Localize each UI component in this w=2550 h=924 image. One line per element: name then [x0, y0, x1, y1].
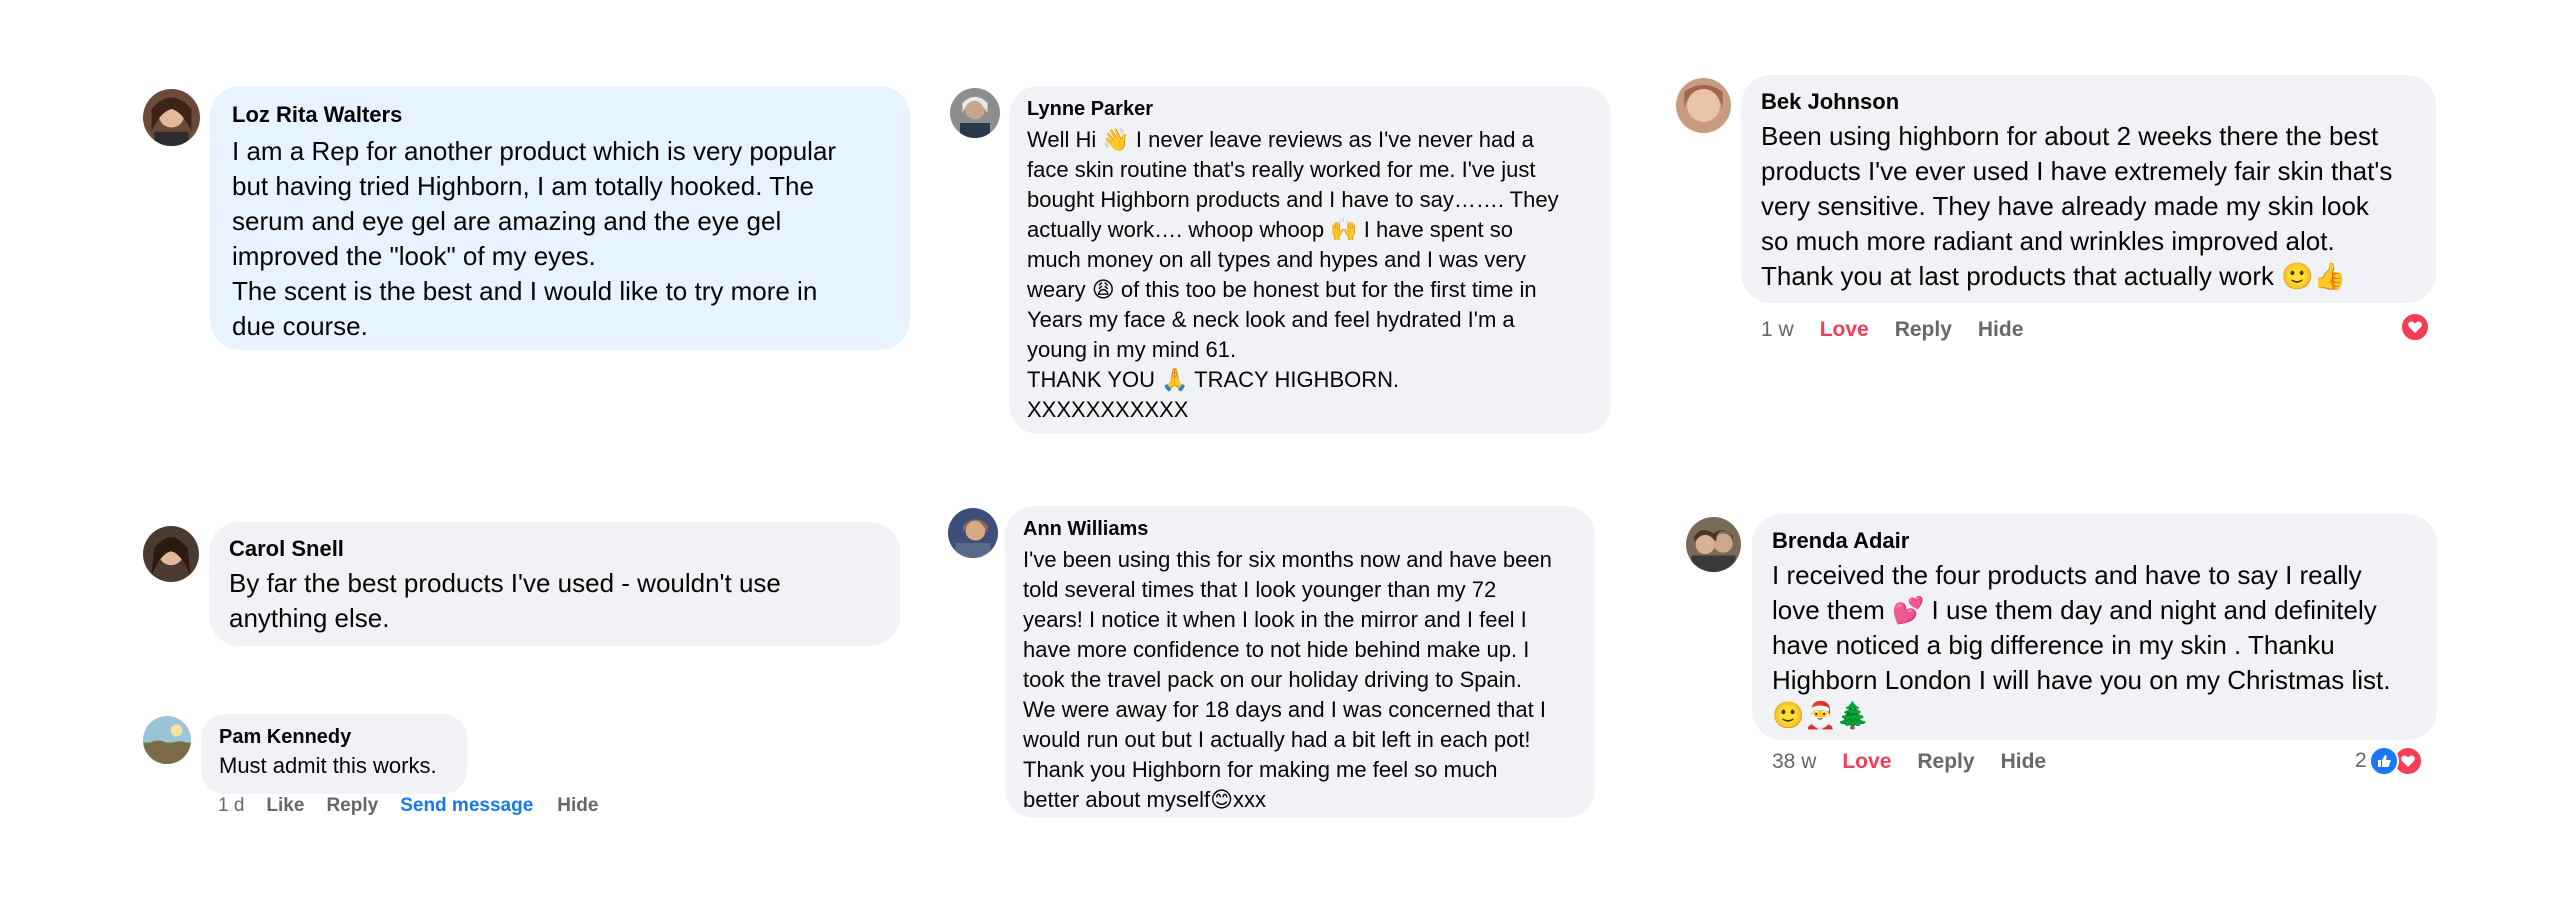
commenter-name[interactable]: Loz Rita Walters [232, 102, 888, 128]
avatar[interactable] [143, 89, 200, 146]
comment-text: Well Hi 👋 I never leave reviews as I've … [1027, 127, 1559, 422]
avatar[interactable] [143, 716, 191, 764]
commenter-name[interactable]: Lynne Parker [1027, 98, 1593, 121]
avatar[interactable] [1676, 78, 1731, 133]
avatar[interactable] [948, 508, 998, 558]
comment-bubble: Pam Kennedy Must admit this works. [201, 714, 467, 794]
comment-text: By far the best products I've used - wou… [229, 568, 781, 633]
comment-bubble: Loz Rita Walters I am a Rep for another … [210, 86, 910, 350]
reaction-summary[interactable] [2400, 312, 2430, 342]
comment-bubble: Bek Johnson Been using highborn for abou… [1741, 75, 2436, 303]
love-icon [2400, 312, 2430, 342]
comment-text: Must admit this works. [219, 753, 437, 778]
commenter-name[interactable]: Pam Kennedy [219, 726, 449, 749]
reply-button[interactable]: Reply [326, 795, 378, 817]
avatar[interactable] [950, 88, 1000, 138]
hide-button[interactable]: Hide [2001, 750, 2047, 774]
avatar[interactable] [1686, 517, 1741, 572]
like-icon [2368, 746, 2399, 776]
comment-bubble: Ann Williams I've been using this for si… [1005, 506, 1595, 818]
reply-button[interactable]: Reply [1917, 750, 1974, 774]
reaction-summary[interactable]: 2 [2355, 746, 2423, 776]
reply-button[interactable]: Reply [1895, 318, 1952, 342]
send-message-button[interactable]: Send message [400, 795, 533, 817]
commenter-name[interactable]: Bek Johnson [1761, 89, 2416, 115]
commenter-name[interactable]: Brenda Adair [1772, 528, 2417, 554]
comment-bubble: Brenda Adair I received the four product… [1752, 514, 2437, 740]
hide-button[interactable]: Hide [557, 795, 598, 817]
comment-text: Been using highborn for about 2 weeks th… [1761, 121, 2393, 291]
love-reaction-button[interactable]: Love [1820, 318, 1869, 342]
reaction-count: 2 [2355, 749, 2367, 772]
comment-bubble: Carol Snell By far the best products I'v… [209, 522, 900, 646]
comment-timestamp[interactable]: 38 w [1772, 750, 1816, 774]
love-reaction-button[interactable]: Love [1842, 750, 1891, 774]
comment-timestamp[interactable]: 1 w [1761, 318, 1794, 342]
comment-actions: 38 w Love Reply Hide [1772, 750, 2072, 774]
comment-actions: 1 d Like Reply Send message Hide [218, 795, 624, 817]
comment-text: I've been using this for six months now … [1023, 547, 1552, 812]
comment-timestamp[interactable]: 1 d [218, 795, 244, 817]
like-button[interactable]: Like [266, 795, 304, 817]
comment-bubble: Lynne Parker Well Hi 👋 I never leave rev… [1009, 86, 1611, 434]
comment-text: I am a Rep for another product which is … [232, 136, 837, 341]
avatar[interactable] [143, 526, 199, 582]
comment-actions: 1 w Love Reply Hide [1761, 318, 2049, 342]
commenter-name[interactable]: Carol Snell [229, 536, 880, 562]
hide-button[interactable]: Hide [1978, 318, 2024, 342]
comment-text: I received the four products and have to… [1772, 560, 2391, 730]
commenter-name[interactable]: Ann Williams [1023, 518, 1577, 541]
